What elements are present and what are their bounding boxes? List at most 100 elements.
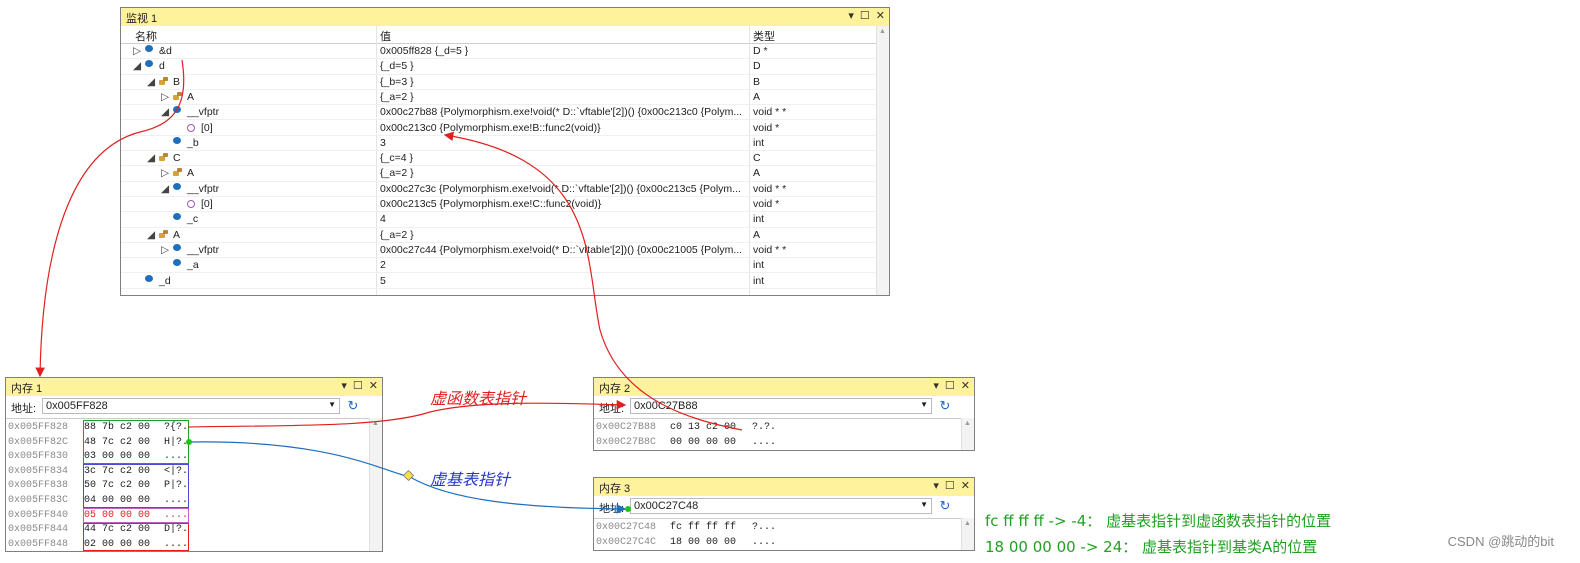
watch-row[interactable]: [0] 0x00c213c5 {Polymorphism.exe!C::func2… [121,197,877,213]
collapse-icon[interactable]: ◢ [147,229,155,241]
dropdown-icon[interactable]: ▾ [341,379,347,394]
watch-value[interactable]: {_a=2 } [380,229,750,241]
watch-row[interactable]: ◢ C {_c=4 } C [121,151,877,167]
memory2-scrollbar[interactable]: ▲ [961,418,974,450]
close-icon[interactable]: ✕ [961,479,970,494]
collapse-icon[interactable]: ◢ [147,76,155,88]
watch-type: C [753,152,761,165]
close-icon[interactable]: ✕ [961,379,970,394]
watch-value[interactable]: 0x00c213c0 {Polymorphism.exe!B::func2(vo… [380,122,750,134]
memory3-address-input[interactable]: 0x00C27C48 ▼ [630,498,932,514]
memory-address: 0x005FF838 [8,480,69,492]
expand-icon[interactable]: ▷ [133,45,141,57]
watch-row[interactable]: _a 2 int [121,258,877,274]
memory3-title-bar[interactable]: 内存 3 ▾ ☐ ✕ [594,478,974,497]
memory2-address-bar: 地址: 0x00C27B88 ▼ ↻ [594,396,974,419]
watch-value[interactable]: 0x00c27c3c {Polymorphism.exe!void(* D::`… [380,183,750,195]
memory1-scrollbar[interactable]: ▲ [369,418,382,551]
watch-value[interactable]: {_b=3 } [380,76,750,88]
watch-value[interactable]: {_c=4 } [380,152,750,164]
watch-row[interactable]: ▷ &d 0x005ff828 {_d=5 } D * [121,44,877,60]
memory3-scrollbar[interactable]: ▲ [961,518,974,550]
collapse-icon[interactable]: ◢ [147,152,155,164]
memory1-title-bar[interactable]: 内存 1 ▾ ☐ ✕ [6,378,382,397]
watch-name: d [159,60,165,73]
column-value-header[interactable]: 值 [380,28,391,44]
watch-value[interactable]: 0x00c27c44 {Polymorphism.exe!void(* D::`… [380,244,750,256]
base-class-icon [159,153,169,163]
dropdown-icon[interactable]: ▾ [933,479,939,494]
memory-chars: .... [752,436,777,448]
chevron-down-icon[interactable]: ▼ [920,500,928,509]
column-type-header[interactable]: 类型 [753,28,775,44]
watch-scrollbar[interactable]: ▲ [876,26,889,295]
watch-row[interactable]: ◢ __vfptr 0x00c27b88 {Polymorphism.exe!voi… [121,105,877,121]
highlight-box-green [83,420,189,464]
watch-row[interactable]: ◢ __vfptr 0x00c27c3c {Polymorphism.exe!voi… [121,182,877,197]
refresh-icon[interactable]: ↻ [936,398,954,414]
watch-name: _b [187,136,199,149]
column-name-header[interactable]: 名称 [135,28,157,44]
scroll-up-icon[interactable]: ▲ [964,420,971,427]
watch-row[interactable]: ▷ __vfptr 0x00c27c44 {Polymorphism.exe!voi… [121,243,877,259]
restore-icon[interactable]: ☐ [860,9,870,24]
memory2-address-input[interactable]: 0x00C27B88 ▼ [630,398,932,414]
memory1-address-bar: 地址: 0x005FF828 ▼ ↻ [6,396,382,419]
watch-row[interactable]: [0] 0x00c213c0 {Polymorphism.exe!B::func2… [121,121,877,136]
watch-value[interactable]: {_d=5 } [380,60,750,72]
close-icon[interactable]: ✕ [876,9,885,24]
watch-value[interactable]: 5 [380,275,750,287]
base-class-icon [159,76,169,87]
memory-chars: ?... [752,522,777,533]
watch-row[interactable]: ▷ A {_a=2 } A [121,166,877,182]
watch-value[interactable]: {_a=2 } [380,167,750,179]
variable-icon [173,106,181,114]
variable-icon [173,136,181,144]
watch-title-bar[interactable]: 监视 1 ▾ ☐ ✕ [121,8,889,27]
restore-icon[interactable]: ☐ [945,379,955,394]
scroll-up-icon[interactable]: ▲ [879,28,886,35]
watch-row[interactable]: ▷ A {_a=2 } A [121,90,877,106]
expand-icon[interactable]: ▷ [161,244,169,256]
watch-value[interactable]: 2 [380,259,750,271]
watch-value[interactable]: 3 [380,137,750,149]
close-icon[interactable]: ✕ [369,379,378,394]
scroll-up-icon[interactable]: ▲ [964,520,971,527]
watch-type: void * * [753,182,787,195]
chevron-down-icon[interactable]: ▼ [328,400,336,409]
offset-note-1: fc ff ff ff -> -4： 虚基表指针到虚函数表指针的位置 [985,512,1332,530]
watch-value[interactable]: 4 [380,213,750,225]
watch-row[interactable]: _d 5 int [121,274,877,289]
watch-row[interactable]: ◢ d {_d=5 } D [121,59,877,75]
watch-row[interactable]: _c 4 int [121,212,877,228]
restore-icon[interactable]: ☐ [945,479,955,494]
watch-value[interactable]: 0x00c213c5 {Polymorphism.exe!C::func2(vo… [380,198,750,210]
refresh-icon[interactable]: ↻ [936,498,954,514]
watch-row[interactable]: ◢ B {_b=3 } B [121,75,877,90]
watch-value[interactable]: 0x00c27b88 {Polymorphism.exe!void(* D::`… [380,106,750,118]
watch-row[interactable]: ◢ A {_a=2 } A [121,228,877,243]
memory2-title-bar[interactable]: 内存 2 ▾ ☐ ✕ [594,378,974,397]
watch-value[interactable]: {_a=2 } [380,91,750,103]
offset-note-2: 18 00 00 00 -> 24： 虚基表指针到基类A的位置 [985,538,1318,556]
watch-type: int [753,136,765,149]
scroll-up-icon[interactable]: ▲ [372,420,379,427]
dropdown-icon[interactable]: ▾ [848,9,854,24]
restore-icon[interactable]: ☐ [353,379,363,394]
watch-row[interactable]: _b 3 int [121,136,877,152]
memory-address: 0x005FF844 [8,524,69,536]
memory-address: 0x005FF830 [8,451,69,463]
watch-name: C [173,152,181,165]
expand-icon[interactable]: ▷ [161,91,169,103]
dropdown-icon[interactable]: ▾ [933,379,939,394]
chevron-down-icon[interactable]: ▼ [920,400,928,409]
watch-value[interactable]: 0x005ff828 {_d=5 } [380,45,750,57]
watch-name: B [173,75,181,88]
collapse-icon[interactable]: ◢ [161,106,169,118]
memory3-address-bar: 地址: 0x00C27C48 ▼ ↻ [594,496,974,519]
collapse-icon[interactable]: ◢ [133,60,141,72]
collapse-icon[interactable]: ◢ [161,183,169,195]
memory1-address-input[interactable]: 0x005FF828 ▼ [42,398,340,414]
expand-icon[interactable]: ▷ [161,167,169,179]
refresh-icon[interactable]: ↻ [344,398,362,414]
